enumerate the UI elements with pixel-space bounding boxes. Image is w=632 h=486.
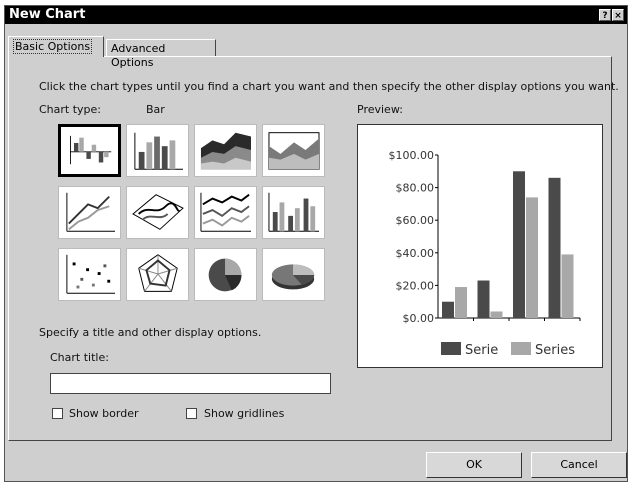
chart-type-line[interactable] xyxy=(58,186,121,239)
bar-series-1-cat-3 xyxy=(513,171,525,318)
show-border-checkbox[interactable] xyxy=(52,408,63,419)
area-icon xyxy=(200,132,251,170)
chart-type-multi-line[interactable] xyxy=(194,186,257,239)
cancel-button[interactable]: Cancel xyxy=(531,452,627,478)
stacked-area-icon xyxy=(268,132,320,170)
bar-series-1-cat-2 xyxy=(477,280,490,318)
chart-type-stacked-area[interactable] xyxy=(262,124,325,177)
bar-series-1-cat-4 xyxy=(548,177,561,318)
3d-pie-icon xyxy=(271,264,315,290)
radar-icon xyxy=(138,254,178,292)
chart-title-value xyxy=(51,374,330,380)
column-line-icon xyxy=(268,192,319,232)
y-tick-label: $100.00 xyxy=(389,149,435,162)
y-tick-label: $20.00 xyxy=(396,279,435,292)
chart-type-area[interactable] xyxy=(194,124,257,177)
legend-label-series-1: Serie xyxy=(465,343,498,358)
show-gridlines-label: Show gridlines xyxy=(204,407,285,420)
bar-icon xyxy=(69,135,112,165)
bar-series-2-cat-1 xyxy=(455,287,467,318)
chart-type-gallery xyxy=(54,122,329,304)
chart-title-input[interactable] xyxy=(50,373,331,394)
window-title: New Chart xyxy=(9,7,86,22)
tab-advanced-options[interactable]: Advanced Options xyxy=(106,39,216,69)
y-tick-label: $60.00 xyxy=(396,214,435,227)
legend-label-series-2: Series xyxy=(535,343,575,358)
display-options-label: Specify a title and other display option… xyxy=(39,326,262,339)
chart-type-bar[interactable] xyxy=(58,124,121,177)
line-icon xyxy=(66,192,115,232)
bar-series-2-cat-2 xyxy=(490,311,503,318)
scatter-icon xyxy=(66,254,115,294)
pie-icon xyxy=(208,258,242,292)
bar-series-2-cat-4 xyxy=(561,254,574,318)
close-button[interactable]: × xyxy=(612,9,624,21)
chart-type-radar[interactable] xyxy=(126,248,189,301)
preview-chart: $100.00 $80.00 $60.00 $40.00 $20.00 $0.00 Ser… xyxy=(389,149,581,358)
chart-type-3d-surface[interactable] xyxy=(126,186,189,239)
chart-type-value: Bar xyxy=(146,103,165,116)
chart-type-3d-pie[interactable] xyxy=(262,248,325,301)
bar-series-1-cat-1 xyxy=(442,301,454,318)
legend-swatch-series-1 xyxy=(441,342,461,355)
bar-series-2-cat-3 xyxy=(526,197,538,318)
y-tick-label: $80.00 xyxy=(396,182,435,195)
instructions-text: Click the chart types until you find a c… xyxy=(39,80,619,93)
tab-basic-options-label: Basic Options xyxy=(13,39,93,54)
y-tick-label: $40.00 xyxy=(396,247,435,260)
preview-label: Preview: xyxy=(357,103,403,116)
chart-type-stacked-bar[interactable] xyxy=(126,124,189,177)
chart-title-label: Chart title: xyxy=(50,351,109,364)
multi-line-icon xyxy=(200,192,251,232)
stacked-bar-icon xyxy=(134,132,183,170)
legend-swatch-series-2 xyxy=(511,342,531,355)
ok-button[interactable]: OK xyxy=(426,452,522,478)
chart-type-scatter[interactable] xyxy=(58,248,121,301)
y-tick-label: $0.00 xyxy=(403,312,435,325)
show-border-label: Show border xyxy=(69,407,139,420)
title-bar: New Chart ? × xyxy=(5,6,627,24)
3d-surface-icon xyxy=(132,194,184,230)
chart-type-pie[interactable] xyxy=(194,248,257,301)
preview-pane: $100.00 $80.00 $60.00 $40.00 $20.00 $0.00 Ser… xyxy=(357,124,603,368)
show-gridlines-checkbox[interactable] xyxy=(186,408,197,419)
chart-type-label: Chart type: xyxy=(39,103,102,116)
help-button[interactable]: ? xyxy=(599,9,611,21)
chart-type-column-line[interactable] xyxy=(262,186,325,239)
tab-basic-options[interactable]: Basic Options xyxy=(8,36,104,57)
